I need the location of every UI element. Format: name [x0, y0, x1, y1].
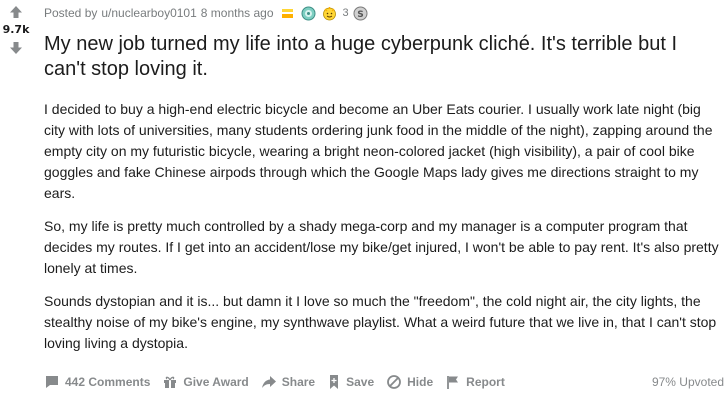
share-arrow-icon — [261, 376, 276, 388]
wholesome-award-icon[interactable] — [322, 6, 337, 21]
upvote-ratio: 97% Upvoted — [651, 375, 724, 389]
save-button[interactable]: Save — [327, 374, 374, 390]
share-label: Share — [281, 375, 316, 389]
report-label: Report — [466, 375, 505, 389]
comment-icon — [46, 376, 58, 388]
downvote-arrow-icon[interactable] — [8, 40, 24, 56]
upvote-arrow-icon[interactable] — [8, 4, 24, 20]
author-link[interactable]: u/nuclearboy0101 — [101, 6, 196, 20]
silver-coin-award-icon[interactable]: S — [353, 6, 368, 21]
flag-icon — [447, 376, 459, 389]
gift-icon — [164, 376, 177, 388]
svg-text:S: S — [357, 10, 363, 20]
post-time[interactable]: 8 months ago — [201, 6, 274, 20]
give-award-label: Give Award — [183, 375, 249, 389]
hide-label: Hide — [407, 375, 434, 389]
hide-icon — [387, 375, 402, 389]
teal-medal-award-icon[interactable] — [301, 6, 316, 21]
vote-score: 9.7k — [2, 23, 30, 36]
post-card: 9.7k Posted by u/nuclearboy0101 8 months… — [0, 0, 728, 403]
hide-button[interactable]: Hide — [386, 374, 433, 390]
body-paragraph: I decided to buy a high-end electric bic… — [44, 101, 713, 201]
post-content: Posted by u/nuclearboy0101 8 months ago — [44, 0, 724, 366]
posted-by-label: Posted by — [44, 6, 98, 20]
post-body: I decided to buy a high-end electric bic… — [44, 99, 724, 354]
comments-label: 442 Comments — [65, 375, 151, 389]
body-paragraph: Sounds dystopian and it is... but damn i… — [44, 293, 717, 351]
report-button[interactable]: Report — [445, 374, 505, 390]
bookmark-icon — [330, 375, 339, 389]
share-button[interactable]: Share — [261, 374, 315, 390]
give-award-button[interactable]: Give Award — [162, 374, 249, 390]
post-actions-bar: 442 Comments Give Award Share Save Hide … — [44, 371, 724, 393]
post-meta: Posted by u/nuclearboy0101 8 months ago — [44, 0, 724, 26]
comments-button[interactable]: 442 Comments — [44, 374, 150, 390]
body-paragraph: So, my life is pretty much controlled by… — [44, 218, 719, 276]
award-count: 3 — [342, 7, 349, 19]
post-title[interactable]: My new job turned my life into a huge cy… — [44, 32, 724, 82]
vote-column: 9.7k — [0, 4, 32, 56]
gold-bar-award-icon[interactable] — [280, 6, 295, 21]
save-label: Save — [346, 375, 375, 389]
